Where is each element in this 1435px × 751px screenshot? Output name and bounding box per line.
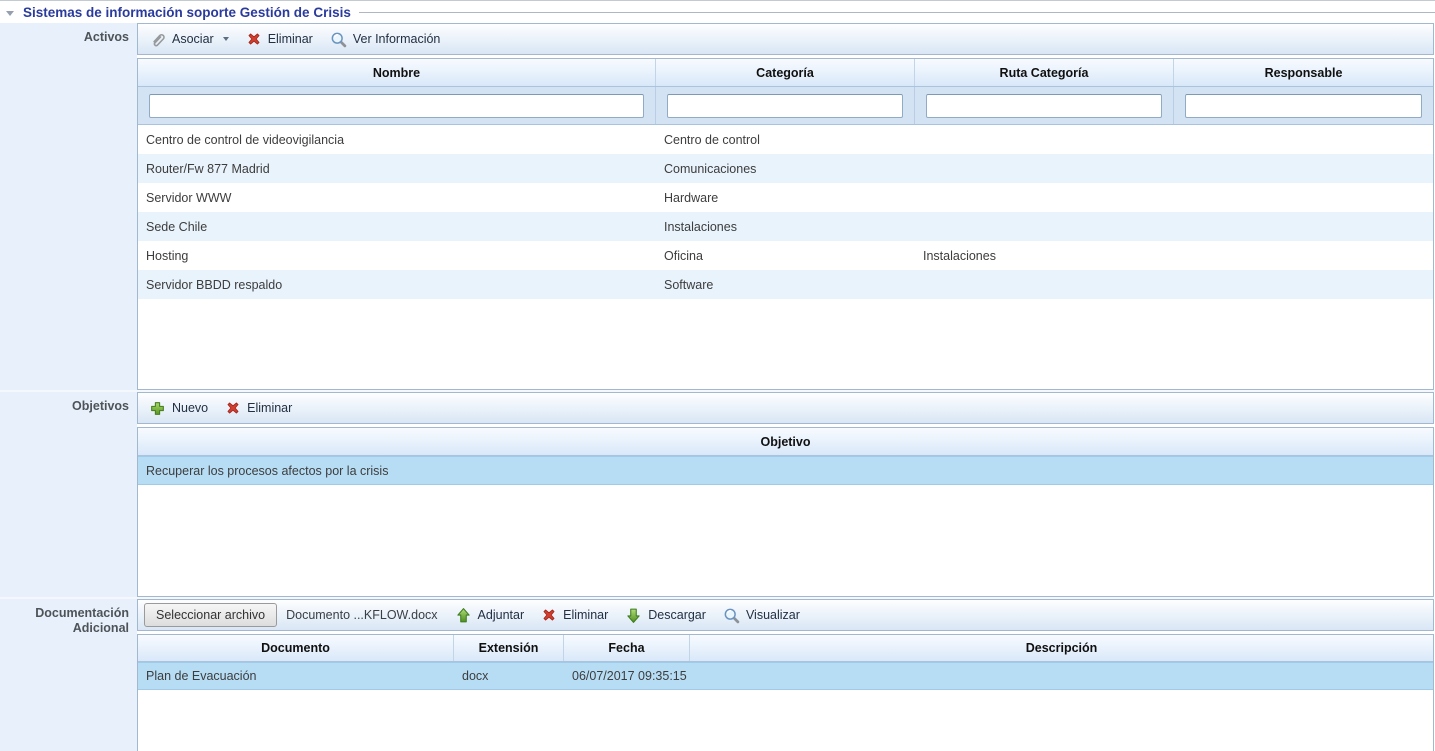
eliminar-objetivo-button[interactable]: Eliminar: [220, 397, 297, 419]
delete-x-icon: [541, 607, 557, 623]
download-arrow-icon: [625, 607, 642, 624]
documentacion-toolbar: Seleccionar archivo Documento ...KFLOW.d…: [137, 599, 1434, 631]
visualizar-button[interactable]: Visualizar: [718, 604, 805, 627]
objetivos-grid: Objetivo Recuperar los procesos afectos …: [137, 427, 1434, 597]
column-header-categoria[interactable]: Categoría: [656, 59, 915, 86]
activos-grid-header: Nombre Categoría Ruta Categoría Responsa…: [138, 59, 1433, 87]
column-header-extension[interactable]: Extensión: [454, 635, 564, 661]
delete-x-icon: [246, 31, 262, 47]
activos-filter-row: [138, 87, 1433, 125]
magnifier-icon: [723, 607, 740, 624]
nuevo-objetivo-button[interactable]: Nuevo: [144, 397, 213, 420]
upload-arrow-icon: [455, 607, 472, 624]
table-row-selected[interactable]: Recuperar los procesos afectos por la cr…: [138, 456, 1433, 485]
objetivos-toolbar: Nuevo Eliminar: [137, 392, 1434, 424]
seleccionar-archivo-button[interactable]: Seleccionar archivo: [144, 603, 277, 627]
chevron-down-icon[interactable]: [223, 37, 229, 41]
eliminar-documento-button[interactable]: Eliminar: [536, 604, 613, 626]
column-header-descripcion[interactable]: Descripción: [690, 635, 1433, 661]
column-header-fecha[interactable]: Fecha: [564, 635, 690, 661]
section-documentacion-adicional: Documentación Adicional Seleccionar arch…: [0, 597, 1435, 751]
table-row[interactable]: Centro de control de videovigilancia Cen…: [138, 125, 1433, 154]
add-plus-icon: [149, 400, 166, 417]
selected-file-name: Documento ...KFLOW.docx: [286, 608, 437, 622]
eliminar-activo-button[interactable]: Eliminar: [241, 28, 318, 50]
collapse-arrow-icon[interactable]: [6, 11, 14, 16]
filter-input-ruta-categoria[interactable]: [926, 94, 1162, 118]
panel-header: Sistemas de información soporte Gestión …: [0, 1, 1435, 23]
objetivos-grid-header: Objetivo: [138, 428, 1433, 456]
section-label-objetivos: Objetivos: [0, 392, 137, 597]
crisis-management-panel: Sistemas de información soporte Gestión …: [0, 0, 1435, 751]
column-header-objetivo[interactable]: Objetivo: [138, 428, 1433, 455]
column-header-nombre[interactable]: Nombre: [138, 59, 656, 86]
column-header-documento[interactable]: Documento: [138, 635, 454, 661]
page-title: Sistemas de información soporte Gestión …: [23, 5, 351, 20]
section-activos: Activos Asociar Eliminar Ver Información: [0, 23, 1435, 390]
section-label-activos: Activos: [0, 23, 137, 390]
table-row-selected[interactable]: Plan de Evacuación docx 06/07/2017 09:35…: [138, 662, 1433, 690]
table-row[interactable]: Sede Chile Instalaciones: [138, 212, 1433, 241]
filter-input-responsable[interactable]: [1185, 94, 1422, 118]
table-row[interactable]: Servidor BBDD respaldo Software: [138, 270, 1433, 299]
table-row[interactable]: Router/Fw 877 Madrid Comunicaciones: [138, 154, 1433, 183]
table-row[interactable]: Hosting Oficina Instalaciones: [138, 241, 1433, 270]
documentos-grid-header: Documento Extensión Fecha Descripción: [138, 635, 1433, 662]
documentos-grid: Documento Extensión Fecha Descripción Pl…: [137, 634, 1434, 751]
paperclip-icon: [149, 31, 166, 48]
magnifier-icon: [330, 31, 347, 48]
fieldset-line: [359, 12, 1435, 13]
ver-informacion-button[interactable]: Ver Información: [325, 28, 446, 51]
filter-input-nombre[interactable]: [149, 94, 644, 118]
delete-x-icon: [225, 400, 241, 416]
activos-grid: Nombre Categoría Ruta Categoría Responsa…: [137, 58, 1434, 390]
table-row[interactable]: Servidor WWW Hardware: [138, 183, 1433, 212]
adjuntar-button[interactable]: Adjuntar: [450, 604, 530, 627]
column-header-ruta-categoria[interactable]: Ruta Categoría: [915, 59, 1174, 86]
section-objetivos: Objetivos Nuevo Eliminar Objetivo Recupe…: [0, 390, 1435, 597]
asociar-button[interactable]: Asociar: [144, 28, 234, 51]
descargar-button[interactable]: Descargar: [620, 604, 711, 627]
filter-input-categoria[interactable]: [667, 94, 903, 118]
activos-toolbar: Asociar Eliminar Ver Información: [137, 23, 1434, 55]
section-label-documentacion: Documentación Adicional: [0, 599, 137, 751]
column-header-responsable[interactable]: Responsable: [1174, 59, 1433, 86]
